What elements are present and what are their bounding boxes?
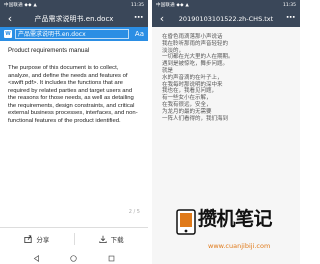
- status-time: 11:35: [131, 2, 144, 8]
- carrier-signal: 中国联通 ◆◆ ▲: [4, 3, 38, 8]
- carrier-signal: 中国联通 ◆◆ ▲: [156, 3, 190, 8]
- share-button[interactable]: 分享: [0, 234, 74, 244]
- translation-line: 在昏色雨滴落那小声说话: [162, 34, 223, 40]
- app-bar: ‹ 20190103101522.zh-CHS.txt ⋯: [152, 10, 300, 27]
- translation-line: 水的声音滴的在叶子上，: [162, 74, 223, 81]
- file-name-field[interactable]: 产品需求说明书.en.docx: [15, 29, 129, 39]
- app-bar: ‹ 产品需求说明书.en.docx ⋯: [0, 10, 148, 27]
- document-heading: Product requirements manual: [8, 47, 90, 54]
- download-label: 下载: [110, 235, 124, 244]
- system-nav-bar: [0, 252, 148, 264]
- site-watermark: 攒机笔记 www.cuanjibiji.com: [176, 196, 300, 264]
- download-button[interactable]: 下载: [74, 234, 148, 244]
- nav-back-icon[interactable]: [32, 254, 42, 262]
- app-bar-title: 产品需求说明书.en.docx: [34, 14, 114, 23]
- app-bar-title: 20190103101522.zh-CHS.txt: [178, 14, 274, 23]
- nav-home-icon[interactable]: [69, 254, 79, 262]
- page-indicator: 2 / 5: [128, 209, 140, 215]
- back-arrow-icon[interactable]: ‹: [4, 13, 16, 25]
- share-label: 分享: [36, 235, 50, 244]
- download-icon: [99, 235, 107, 243]
- status-bar: 中国联通 ◆◆ ▲ 11:35: [0, 0, 148, 10]
- word-document-icon: W: [4, 30, 12, 38]
- back-arrow-icon[interactable]: ‹: [156, 13, 168, 25]
- translation-line: 就是: [162, 67, 174, 74]
- document-viewer[interactable]: Product requirements manual The purpose …: [0, 41, 148, 220]
- font-size-button[interactable]: Aa: [135, 30, 144, 38]
- status-bar: 中国联通 ◆◆ ▲ 11:35: [152, 0, 300, 10]
- more-options-icon[interactable]: ⋯: [132, 14, 144, 23]
- bottom-action-bar: 分享 下载: [0, 227, 148, 249]
- share-icon: [24, 234, 32, 243]
- translation-line: 我在聆听那雨的声音轻轻的: [162, 40, 229, 47]
- translation-line: 在我有很远，安全，: [162, 101, 212, 108]
- document-body: The purpose of this document is to colle…: [8, 65, 138, 124]
- status-time: 11:35: [283, 2, 296, 8]
- watermark-title: 攒机笔记: [198, 208, 273, 230]
- file-bar: W 产品需求说明书.en.docx Aa: [0, 27, 148, 41]
- translation-line: 遇到是被惊吃，舞步问题。: [162, 61, 229, 68]
- translation-line: 有一些女小在示解，: [162, 95, 212, 102]
- more-options-icon[interactable]: ⋯: [284, 14, 296, 23]
- watermark-logo-icon: [176, 209, 196, 235]
- nav-recents-icon[interactable]: [106, 254, 116, 262]
- watermark-url: www.cuanjibiji.com: [208, 242, 271, 250]
- translation-line: 为龙月的最的无需要: [162, 108, 212, 115]
- left-phone-screen: 中国联通 ◆◆ ▲ 11:35 ‹ 产品需求说明书.en.docx ⋯ W 产品…: [0, 0, 148, 264]
- translation-line: 一阵人们看得的，我们海到: [162, 115, 229, 122]
